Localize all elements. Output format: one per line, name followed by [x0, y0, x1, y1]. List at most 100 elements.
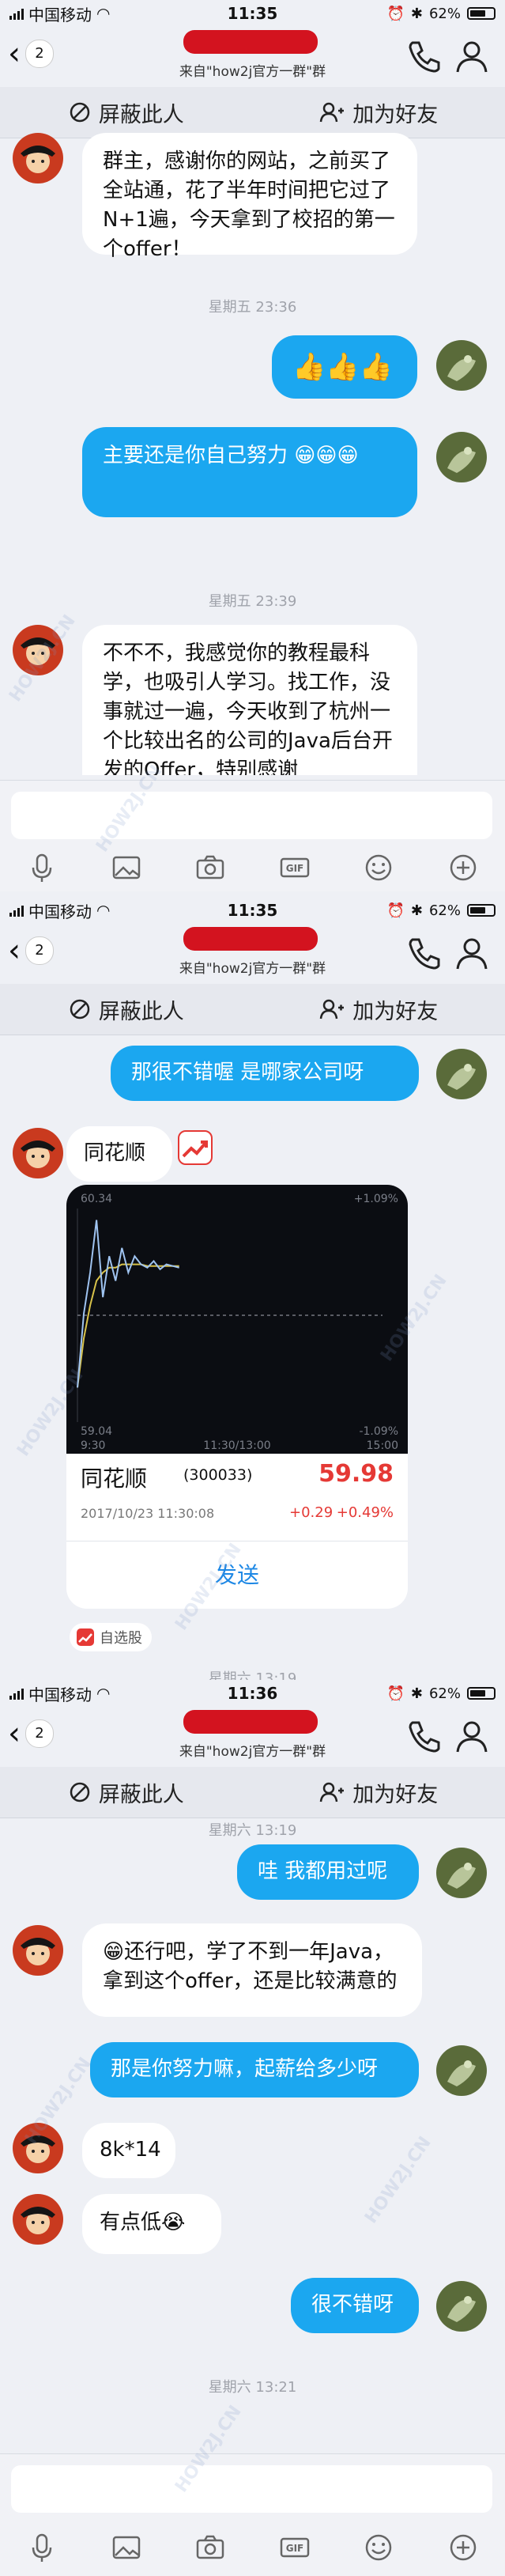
signal-icon	[9, 904, 24, 917]
redacted-title	[183, 927, 318, 951]
microphone-icon[interactable]	[26, 2532, 58, 2563]
battery-percent: 62%	[428, 902, 461, 919]
carrier: 中国移动	[28, 5, 92, 25]
block-button[interactable]: 屏蔽此人	[0, 1777, 253, 1808]
message-bubble[interactable]: 不不不，我感觉你的教程最科学，也吸引人学习。找工作，没事就过一遍，今天收到了杭州…	[82, 625, 417, 775]
stock-card[interactable]: 60.34 59.04 +1.09% -1.09% 9:30 11:30/13:…	[66, 1185, 408, 1609]
phone-icon[interactable]	[405, 935, 441, 971]
stock-code: (300033)	[183, 1466, 253, 1484]
plus-icon[interactable]	[447, 852, 479, 883]
svg-text:GIF: GIF	[285, 2543, 303, 2554]
message-bubble[interactable]: 很不错呀	[291, 2278, 419, 2333]
avatar[interactable]	[13, 1128, 63, 1178]
input-toolbar: GIF	[0, 850, 505, 885]
input-area: GIF	[0, 2453, 505, 2576]
block-icon	[70, 999, 89, 1019]
input-toolbar: GIF	[0, 2530, 505, 2565]
add-friend-button[interactable]: 加为好友	[253, 1777, 505, 1808]
block-button[interactable]: 屏蔽此人	[0, 994, 253, 1025]
message-bubble[interactable]: 😁还行吧，学了不到一年Java，拿到这个offer，还是比较满意的	[82, 1923, 422, 2017]
message-bubble[interactable]: 主要还是你自己努力 😁😁😁	[82, 427, 417, 517]
y-bottom-label: 59.04	[81, 1425, 112, 1438]
phone-icon[interactable]	[405, 38, 441, 74]
avatar[interactable]	[13, 2123, 63, 2173]
stock-info: 同花顺 (300033) 59.98 2017/10/23 11:30:08 +…	[66, 1454, 408, 1541]
avatar[interactable]	[436, 432, 487, 482]
block-label: 屏蔽此人	[98, 1782, 184, 1807]
pct-top-label: +1.09%	[354, 1193, 398, 1205]
message-bubble[interactable]: 那很不错喔 是哪家公司呀	[111, 1046, 419, 1101]
battery-percent: 62%	[428, 1685, 461, 1702]
image-icon[interactable]	[111, 852, 142, 883]
pct-bottom-label: -1.09%	[359, 1425, 398, 1438]
chat-screen-2: 中国移动 ◠ 11:35 ⏰ ✱ 62% ‹ 2 来自"how2j官方一群"群 …	[0, 897, 505, 1680]
avatar[interactable]	[13, 133, 63, 183]
redacted-title	[183, 1710, 318, 1734]
add-friend-label: 加为好友	[352, 102, 439, 127]
message-bubble[interactable]: 有点低😭	[82, 2194, 221, 2254]
image-icon[interactable]	[111, 2532, 142, 2563]
watermark: HOW2J.CN	[361, 2132, 435, 2228]
person-icon[interactable]	[454, 38, 490, 74]
camera-icon[interactable]	[194, 852, 226, 883]
bluetooth-icon: ✱	[410, 5, 423, 22]
alarm-icon: ⏰	[386, 902, 405, 919]
watchlist-tag[interactable]: 自选股	[70, 1623, 152, 1651]
gif-icon[interactable]: GIF	[279, 852, 311, 883]
redacted-title	[183, 30, 318, 54]
avatar[interactable]	[436, 2281, 487, 2332]
action-bar: 屏蔽此人 加为好友	[0, 1767, 505, 1818]
add-friend-button[interactable]: 加为好友	[253, 994, 505, 1025]
add-friend-icon	[320, 1782, 345, 1802]
wifi-icon: ◠	[96, 4, 111, 23]
battery-percent: 62%	[428, 5, 461, 22]
app-name-bubble[interactable]: 同花顺	[66, 1126, 172, 1182]
person-icon[interactable]	[454, 1718, 490, 1754]
carrier: 中国移动	[28, 1685, 92, 1704]
message-bubble[interactable]: 哇 我都用过呢	[237, 1844, 419, 1900]
message-input[interactable]	[11, 792, 492, 839]
avatar[interactable]	[13, 625, 63, 675]
avatar[interactable]	[13, 1925, 63, 1976]
nav-bar: ‹ 2 来自"how2j官方一群"群	[0, 924, 505, 984]
avatar[interactable]	[436, 2045, 487, 2096]
avatar[interactable]	[436, 340, 487, 391]
stock-change: +0.29	[289, 1504, 334, 1521]
message-input[interactable]	[11, 2465, 492, 2513]
plus-icon[interactable]	[447, 2532, 479, 2563]
person-icon[interactable]	[454, 935, 490, 971]
message-bubble[interactable]: 那是你努力嘛，起薪给多少呀	[90, 2042, 419, 2097]
emoji-icon[interactable]	[363, 2532, 394, 2563]
x-tick-label: 11:30/13:00	[203, 1439, 270, 1452]
wifi-icon: ◠	[96, 1684, 111, 1703]
bluetooth-icon: ✱	[410, 1685, 423, 1702]
avatar[interactable]	[13, 2194, 63, 2245]
message-bubble[interactable]: 8k*14	[82, 2123, 175, 2178]
alarm-icon: ⏰	[386, 5, 405, 22]
phone-icon[interactable]	[405, 1718, 441, 1754]
bluetooth-icon: ✱	[410, 902, 423, 919]
battery-icon	[467, 1687, 496, 1700]
input-area: GIF	[0, 780, 505, 891]
timestamp: 星期六 13:19	[208, 1822, 297, 1839]
wifi-icon: ◠	[96, 901, 111, 920]
add-friend-button[interactable]: 加为好友	[253, 97, 505, 128]
microphone-icon[interactable]	[26, 852, 58, 883]
message-bubble[interactable]: 👍👍👍	[272, 335, 417, 399]
block-label: 屏蔽此人	[98, 102, 184, 127]
emoji-icon[interactable]	[363, 852, 394, 883]
avatar[interactable]	[436, 1049, 487, 1099]
gif-icon[interactable]: GIF	[279, 2532, 311, 2563]
add-friend-label: 加为好友	[352, 999, 439, 1024]
block-button[interactable]: 屏蔽此人	[0, 97, 253, 128]
timestamp: 星期五 23:36	[208, 299, 297, 316]
stock-app-icon	[77, 1628, 94, 1646]
battery-icon	[467, 904, 496, 917]
x-tick-label: 15:00	[367, 1439, 398, 1452]
battery-icon	[467, 7, 496, 20]
send-button[interactable]: 发送	[66, 1541, 408, 1609]
avg-price-line	[77, 1263, 179, 1388]
camera-icon[interactable]	[194, 2532, 226, 2563]
avatar[interactable]	[436, 1848, 487, 1898]
message-bubble[interactable]: 群主，感谢你的网站，之前买了全站通，花了半年时间把它过了N+1遍，今天拿到了校招…	[82, 133, 417, 261]
